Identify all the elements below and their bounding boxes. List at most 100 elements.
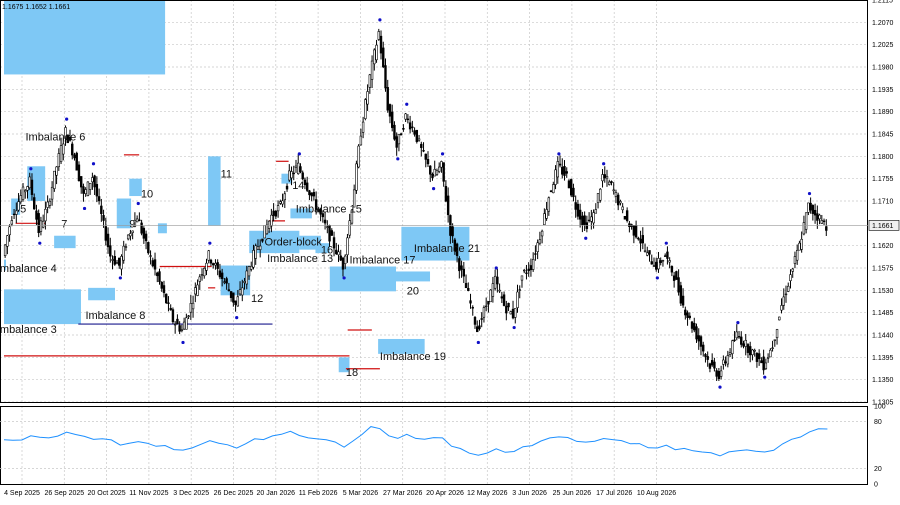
- candle-body: [697, 335, 700, 342]
- zone-label: 20: [407, 285, 419, 297]
- swing-low-dot: [763, 375, 767, 379]
- zone-label: 16: [321, 245, 333, 257]
- candle-body: [267, 220, 271, 229]
- candle-body: [218, 270, 222, 278]
- candle-body: [393, 124, 396, 140]
- swing-low-dot: [38, 241, 42, 245]
- candle-body: [744, 340, 747, 347]
- candle-body: [516, 291, 519, 309]
- swing-high-dot: [602, 162, 606, 166]
- candle-body: [88, 182, 92, 190]
- candle-body: [740, 336, 743, 345]
- swing-low-dot: [655, 276, 659, 280]
- zone-label: 7: [61, 218, 67, 230]
- candle-body: [173, 323, 177, 326]
- candle-body: [417, 138, 421, 141]
- candle-body: [106, 233, 110, 248]
- candle-body: [220, 272, 224, 279]
- candle-body: [715, 370, 718, 377]
- candle-body: [639, 238, 642, 244]
- candle-body: [616, 194, 620, 206]
- indicator-scale-label: 80: [874, 419, 882, 426]
- candle-body: [178, 325, 181, 332]
- candle-body: [641, 235, 645, 244]
- candle-body: [614, 192, 618, 197]
- candle-body: [404, 113, 407, 120]
- candle-body: [35, 210, 38, 220]
- candle-body: [825, 226, 828, 231]
- indicator-frame: [0, 406, 868, 485]
- candle-body: [399, 133, 403, 136]
- candle-body: [91, 177, 94, 183]
- candle-body: [545, 209, 548, 219]
- price-chart-svg[interactable]: Imbalance 3 Imbalance 4 5 Imbalance 6 7 Imbal…: [0, 0, 900, 500]
- candle-body: [543, 213, 546, 226]
- candle-body: [120, 256, 123, 270]
- swing-high-dot: [440, 152, 445, 156]
- candle-body: [583, 215, 586, 225]
- candle-body: [782, 296, 785, 306]
- zone-label: Imbalance 6: [25, 131, 85, 143]
- candle-body: [610, 181, 613, 183]
- candle-body: [243, 281, 246, 283]
- candle-body: [413, 130, 416, 135]
- candle-body: [751, 349, 754, 356]
- indicator-scale-label: 20: [874, 466, 882, 473]
- candle-body: [690, 321, 694, 329]
- candle-body: [24, 190, 27, 193]
- candle-body: [722, 359, 725, 365]
- candle-body: [713, 361, 716, 369]
- candle-body: [688, 315, 691, 318]
- imbalance-zone: [4, 0, 166, 75]
- candle-body: [708, 363, 712, 369]
- candle-body: [57, 153, 61, 168]
- candle-body: [735, 331, 738, 339]
- candle-body: [169, 307, 172, 311]
- candle-body: [565, 171, 568, 174]
- imbalance-zone: [157, 223, 167, 234]
- zone-label: 18: [346, 367, 358, 379]
- candle-body: [411, 126, 414, 129]
- candle-body: [780, 305, 783, 311]
- indicator-scale-label: 0: [874, 482, 878, 489]
- forex-chart[interactable]: Imbalance 3 Imbalance 4 5 Imbalance 6 7 Imbal…: [0, 0, 900, 500]
- candle-body: [431, 173, 434, 179]
- candle-body: [717, 371, 721, 380]
- candle-body: [554, 169, 557, 185]
- candle-body: [265, 224, 269, 235]
- candle-body: [6, 235, 9, 247]
- candle-body: [500, 296, 504, 299]
- zone-label: 12: [251, 293, 263, 305]
- candle-body: [650, 261, 653, 265]
- candle-body: [446, 195, 450, 216]
- candle-body: [605, 176, 609, 179]
- candle-body: [104, 226, 108, 241]
- candle-body: [634, 225, 638, 238]
- candle-body: [567, 180, 571, 189]
- candle-body: [176, 318, 179, 325]
- candle-body: [212, 263, 215, 266]
- candle-body: [207, 250, 210, 261]
- candle-body: [256, 246, 260, 250]
- candle-body: [435, 170, 439, 175]
- swing-high-dot: [208, 241, 212, 245]
- candle-body: [386, 87, 389, 111]
- candle-body: [789, 274, 792, 282]
- candle-body: [100, 205, 103, 214]
- swing-high-dot: [29, 167, 33, 171]
- candle-body: [599, 188, 602, 201]
- swing-high-dot: [378, 18, 382, 22]
- candle-body: [681, 295, 685, 306]
- candle-body: [672, 275, 676, 281]
- candle-body: [561, 166, 564, 175]
- candle-body: [784, 293, 788, 296]
- candle-body: [666, 251, 669, 259]
- candle-body: [223, 281, 226, 283]
- swing-high-dot: [91, 162, 96, 166]
- zone-label: Imbalance 15: [296, 203, 362, 215]
- x-tick-label: 26 Dec 2025: [214, 490, 254, 497]
- candle-body: [793, 256, 797, 264]
- candle-body: [62, 143, 65, 155]
- candle-body: [162, 285, 166, 293]
- candle-body: [332, 237, 336, 249]
